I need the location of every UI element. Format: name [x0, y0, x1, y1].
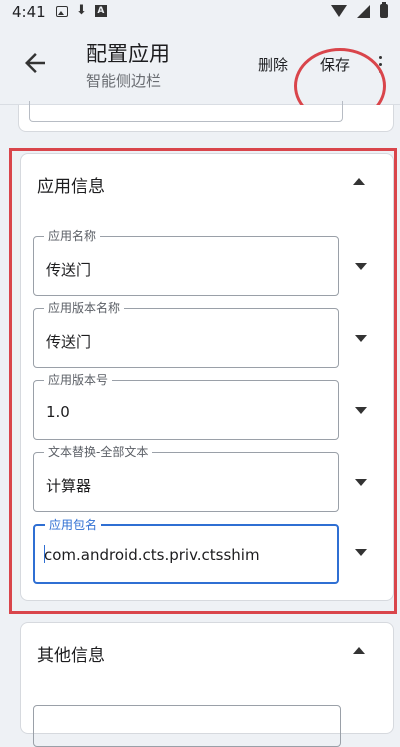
previous-card	[18, 101, 394, 132]
package-name-field[interactable]: 应用包名 com.android.cts.priv.ctsshim	[33, 517, 339, 584]
field-value: com.android.cts.priv.ctsshim	[44, 545, 260, 564]
field-label: 应用名称	[44, 228, 101, 244]
status-time: 4:41	[12, 3, 46, 21]
field-label: 应用版本名称	[44, 300, 125, 316]
package-name-text: com.android.cts.priv.ctsshim	[44, 546, 260, 564]
field-label: 应用包名	[45, 517, 102, 533]
field-value: 传送门	[46, 333, 92, 351]
download-icon: ⬇	[76, 3, 87, 18]
page-subtitle: 智能侧边栏	[86, 72, 162, 90]
other-info-field[interactable]	[33, 705, 341, 747]
other-info-card: 其他信息	[20, 622, 394, 747]
page-title: 配置应用	[86, 42, 170, 66]
app-name-field[interactable]: 应用名称 传送门	[33, 228, 339, 296]
app-info-title: 应用信息	[37, 177, 105, 197]
dropdown-arrow-icon[interactable]	[355, 549, 367, 556]
field-label: 应用版本号	[44, 372, 113, 388]
field-value: 计算器	[46, 477, 92, 495]
collapse-caret-icon[interactable]	[353, 178, 365, 185]
app-version-code-field[interactable]: 应用版本号 1.0	[33, 372, 339, 440]
text-replace-field[interactable]: 文本替换-全部文本 计算器	[33, 444, 339, 512]
previous-field	[29, 101, 343, 122]
field-value: 传送门	[46, 261, 92, 279]
save-button[interactable]: 保存	[320, 54, 350, 75]
image-icon	[56, 5, 68, 17]
dropdown-arrow-icon[interactable]	[355, 263, 367, 270]
app-notification-icon: A	[94, 5, 107, 17]
app-bar: 配置应用 智能侧边栏 删除 保存	[0, 26, 400, 124]
app-info-card: 应用信息 应用名称 传送门 应用版本名称 传送门 应用版本号 1.0 文本替换-…	[20, 153, 394, 601]
battery-icon	[380, 2, 388, 18]
system-icons	[331, 2, 388, 18]
dropdown-arrow-icon[interactable]	[355, 479, 367, 486]
dropdown-arrow-icon[interactable]	[355, 407, 367, 414]
collapse-caret-icon[interactable]	[353, 647, 365, 654]
app-version-name-field[interactable]: 应用版本名称 传送门	[33, 300, 339, 368]
dropdown-arrow-icon[interactable]	[355, 335, 367, 342]
wifi-icon	[331, 5, 347, 17]
status-bar: 4:41 ⬇ A	[0, 0, 400, 26]
delete-button[interactable]: 删除	[258, 54, 288, 75]
notification-icons: ⬇ A	[56, 3, 107, 18]
field-label: 文本替换-全部文本	[44, 444, 153, 460]
other-info-title: 其他信息	[37, 646, 105, 666]
signal-icon	[357, 4, 370, 18]
field-value: 1.0	[46, 403, 70, 421]
back-arrow-icon[interactable]	[20, 48, 50, 78]
more-options-icon[interactable]	[379, 56, 383, 76]
